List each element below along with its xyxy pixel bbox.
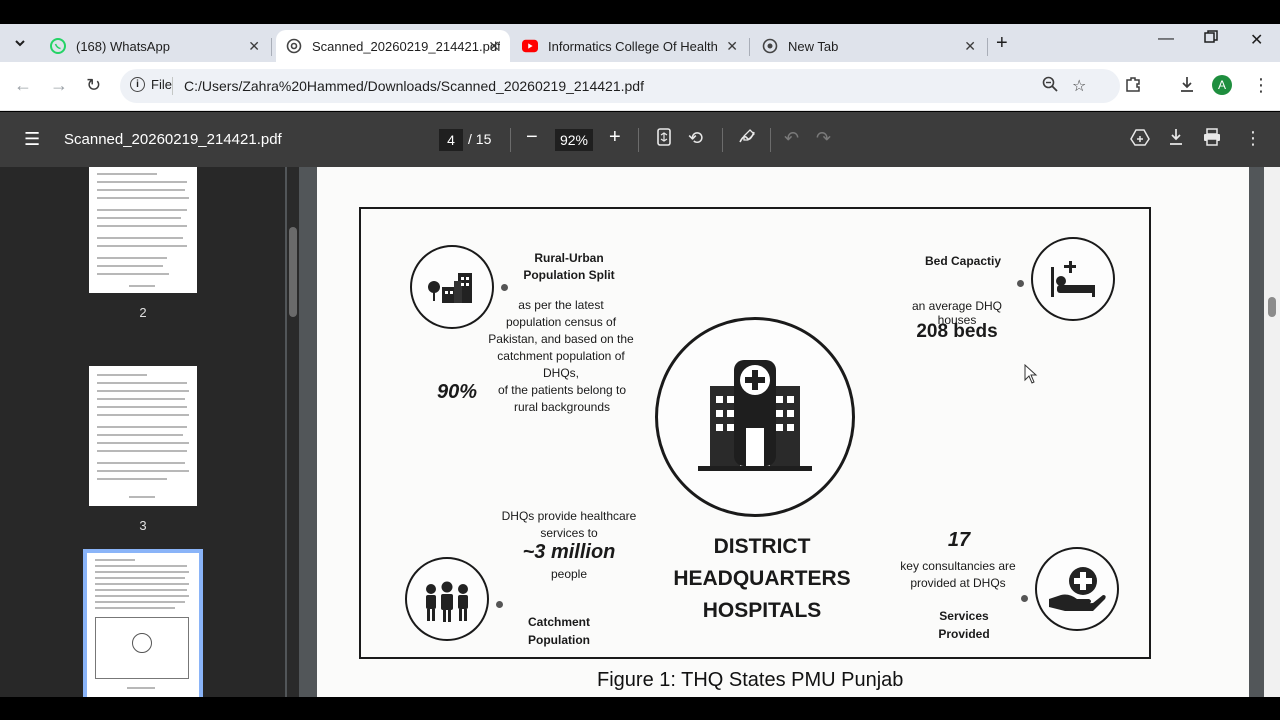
address-toolbar: ← → ↻ i File C:/Users/Zahra%20Hammed/Dow…: [0, 62, 1280, 111]
fit-page-icon[interactable]: [656, 128, 672, 151]
page-scrollbar[interactable]: [1264, 167, 1280, 697]
tab-title: New Tab: [788, 38, 839, 54]
pdf-page: Rural-Urban Population Split as per the l…: [317, 167, 1249, 697]
omnibox[interactable]: i File C:/Users/Zahra%20Hammed/Downloads…: [120, 69, 1120, 103]
rural-description-2: of the patients belong to rural backgroun…: [497, 383, 627, 414]
print-icon[interactable]: [1203, 128, 1221, 151]
page-total: / 15: [468, 131, 492, 147]
forward-icon[interactable]: →: [50, 75, 68, 96]
pdf-filename: Scanned_20260219_214421.pdf: [64, 131, 282, 148]
tab-strip: (168) WhatsApp ✕ Scanned_20260219_214421…: [0, 24, 1280, 62]
more-menu-icon[interactable]: ⋮: [1252, 75, 1270, 96]
pdf-viewer: 2 3 4: [0, 167, 1280, 697]
catchment-value: ~3 million: [522, 541, 616, 563]
tab-title: Scanned_20260219_214421.pdf: [312, 38, 500, 54]
zoom-icon[interactable]: [1042, 76, 1058, 97]
mouse-cursor-icon: [1024, 363, 1038, 389]
center-title: DISTRICT HEADQUARTERS HOSPITALS: [673, 535, 851, 622]
chrome-icon: [762, 38, 778, 54]
thumbnail-sidebar: 2 3 4: [0, 167, 285, 697]
tab-new[interactable]: New Tab ✕: [752, 30, 986, 62]
page-thumbnail-4[interactable]: [83, 549, 203, 697]
hamburger-menu-icon[interactable]: ☰: [24, 129, 40, 150]
tab-pdf[interactable]: Scanned_20260219_214421.pdf ✕: [276, 30, 510, 62]
drive-save-icon[interactable]: [1130, 128, 1150, 151]
page-thumbnail-2[interactable]: [89, 167, 197, 293]
minimize-icon[interactable]: —: [1158, 30, 1174, 48]
medical-care-hand-icon: [1035, 547, 1119, 631]
globe-icon: [286, 38, 302, 54]
sidebar-scrollbar-thumb[interactable]: [289, 227, 297, 317]
close-icon[interactable]: ✕: [726, 38, 738, 55]
pdf-more-icon[interactable]: ⋮: [1244, 128, 1262, 149]
zoom-level-input[interactable]: 92%: [555, 129, 593, 151]
thumbnail-label: 3: [139, 518, 147, 533]
reload-icon[interactable]: ↻: [86, 75, 101, 96]
page-number-input[interactable]: 4: [439, 129, 463, 151]
tab-title: Informatics College Of Health S: [548, 38, 718, 54]
page-thumbnail-3[interactable]: [89, 366, 197, 506]
zoom-in-icon[interactable]: +: [609, 126, 621, 149]
bed-title: Bed Capactiy: [924, 254, 1002, 268]
catchment-description: DHQs provide healthcare services to: [501, 509, 637, 540]
profile-avatar[interactable]: A: [1212, 75, 1232, 95]
pdf-toolbar: ☰ Scanned_20260219_214421.pdf 4 / 15 − 9…: [0, 112, 1280, 167]
back-icon[interactable]: ←: [14, 75, 32, 96]
zoom-out-icon[interactable]: −: [526, 126, 538, 149]
extensions-icon[interactable]: [1124, 75, 1142, 98]
annotate-icon[interactable]: [738, 128, 756, 151]
close-icon[interactable]: ✕: [488, 38, 500, 55]
downloads-icon[interactable]: [1178, 75, 1196, 98]
download-icon[interactable]: [1168, 128, 1184, 151]
catchment-title: Catchment Population: [527, 615, 590, 647]
site-info-label: File: [151, 77, 172, 92]
browser-window: (168) WhatsApp ✕ Scanned_20260219_214421…: [0, 24, 1280, 697]
tab-title: (168) WhatsApp: [76, 38, 170, 54]
figure-caption: Figure 1: THQ States PMU Punjab: [597, 669, 904, 691]
restore-icon[interactable]: [1204, 30, 1218, 49]
bookmark-star-icon[interactable]: ☆: [1072, 76, 1086, 96]
close-window-icon[interactable]: ✕: [1250, 30, 1263, 50]
services-title: Services Provided: [938, 609, 990, 641]
rural-description: as per the latest population census of Pak…: [488, 298, 634, 380]
whatsapp-icon: [50, 38, 66, 54]
rotate-icon[interactable]: ⟲: [688, 128, 703, 149]
thumbnail-label: 2: [139, 305, 147, 320]
info-icon: i: [130, 77, 145, 92]
redo-icon[interactable]: ↷: [816, 128, 831, 149]
hospital-bed-icon: [1031, 237, 1115, 321]
people-group-icon: [405, 557, 489, 641]
city-buildings-icon: [410, 245, 494, 329]
close-icon[interactable]: ✕: [964, 38, 976, 55]
tab-whatsapp[interactable]: (168) WhatsApp ✕: [40, 30, 270, 62]
rural-title: Rural-Urban Population Split: [523, 251, 615, 282]
rural-percentage: 90%: [437, 381, 478, 403]
new-tab-icon[interactable]: +: [996, 32, 1008, 55]
tab-search-icon[interactable]: [8, 31, 32, 55]
catchment-description-2: people: [550, 567, 588, 581]
undo-icon[interactable]: ↶: [784, 128, 799, 149]
close-icon[interactable]: ✕: [248, 38, 260, 55]
hospital-building-icon: [655, 317, 855, 517]
services-description: key consultancies are provided at DHQs: [900, 559, 1016, 590]
page-scrollbar-thumb[interactable]: [1268, 297, 1276, 317]
services-value: 17: [947, 529, 971, 551]
url-text[interactable]: C:/Users/Zahra%20Hammed/Downloads/Scanne…: [184, 78, 644, 94]
youtube-icon: [522, 38, 538, 54]
site-info-chip[interactable]: i File: [130, 77, 172, 92]
bed-value: 208 beds: [916, 321, 998, 342]
tab-youtube[interactable]: Informatics College Of Health S ✕: [512, 30, 748, 62]
